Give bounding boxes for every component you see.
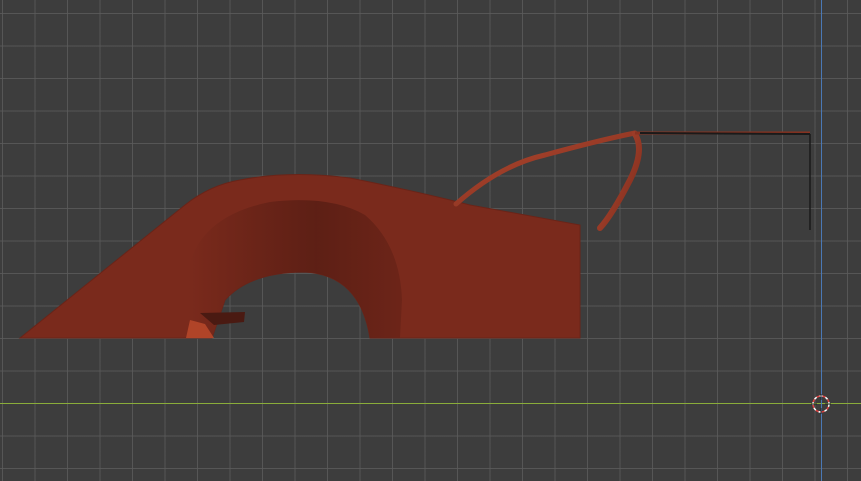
car-body-mesh[interactable]: [18, 173, 581, 339]
roll-bar-rear-tube[interactable]: [597, 131, 642, 231]
3d-viewport[interactable]: [0, 0, 861, 481]
wing-mesh[interactable]: [639, 132, 811, 230]
roll-bar-front-tube[interactable]: [453, 130, 638, 207]
wing-top-line[interactable]: [639, 132, 811, 135]
3d-cursor-icon[interactable]: [811, 394, 831, 414]
scene-canvas[interactable]: [0, 0, 861, 481]
